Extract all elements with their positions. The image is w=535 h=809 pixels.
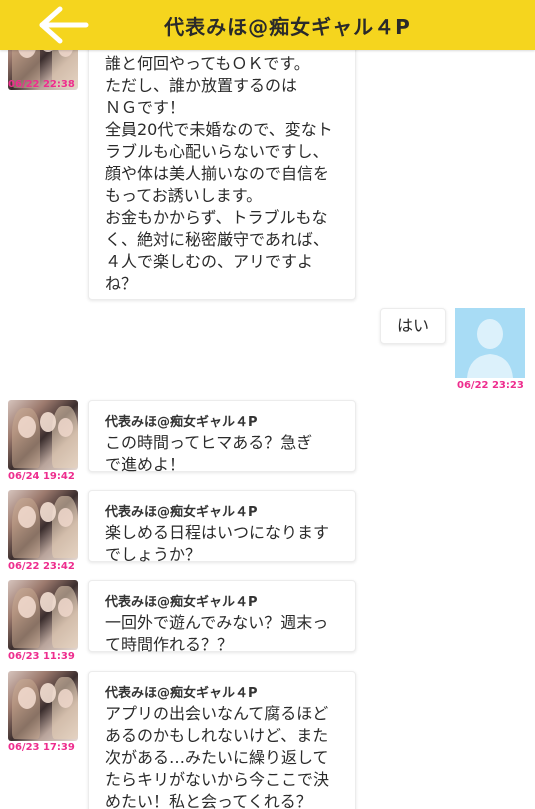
sender-avatar[interactable] [8, 400, 78, 470]
chat-message: 06/23 17:39 代表みほ@痴女ギャル４P アプリの出会いなんて腐るほど … [0, 671, 535, 809]
sender-avatar[interactable] [8, 580, 78, 650]
chat-thread[interactable]: 06/22 22:38 誰と何回やってもＯＫです。 ただし、誰か放置するのは Ｎ… [0, 50, 535, 809]
chat-message: 06/22 23:42 代表みほ@痴女ギャル４P 楽しめる日程はいつになります … [0, 490, 535, 576]
chat-title: 代表みほ@痴女ギャル４P [164, 15, 411, 39]
sender-avatar[interactable] [8, 671, 78, 741]
chat-message: 06/23 11:39 代表みほ@痴女ギャル４P 一回外で遊んでみない？週末っ … [0, 580, 535, 666]
message-bubble: 代表みほ@痴女ギャル４P この時間ってヒマある？急ぎ で進めよ！ [88, 400, 356, 474]
message-timestamp: 06/22 23:42 [8, 561, 75, 572]
message-bubble: 代表みほ@痴女ギャル４P 一回外で遊んでみない？週末っ て時間作れる？？ [88, 580, 356, 654]
user-avatar[interactable] [455, 308, 525, 378]
person-silhouette-icon [467, 319, 513, 378]
message-bubble: はい [380, 308, 446, 344]
message-bubble: 代表みほ@痴女ギャル４P 楽しめる日程はいつになります でしょうか？ [88, 490, 356, 564]
sender-name: 代表みほ@痴女ギャル４P [105, 415, 258, 430]
message-text: 一回外で遊んでみない？週末っ て時間作れる？？ [105, 613, 329, 654]
chat-message: 06/24 19:42 代表みほ@痴女ギャル４P この時間ってヒマある？急ぎ で… [0, 400, 535, 486]
message-timestamp: 06/24 19:42 [8, 471, 75, 482]
sender-name: 代表みほ@痴女ギャル４P [105, 595, 258, 610]
message-timestamp: 06/23 17:39 [8, 742, 75, 753]
message-text: 楽しめる日程はいつになります でしょうか？ [105, 523, 330, 564]
message-bubble: 誰と何回やってもＯＫです。 ただし、誰か放置するのは ＮＧです！ 全員20代で未… [88, 50, 356, 300]
message-text: この時間ってヒマある？急ぎ で進めよ！ [105, 433, 313, 474]
message-text: 誰と何回やってもＯＫです。 ただし、誰か放置するのは ＮＧです！ 全員20代で未… [105, 54, 333, 293]
message-bubble: 代表みほ@痴女ギャル４P アプリの出会いなんて腐るほど あるのかもしれないけど、… [88, 671, 356, 809]
message-timestamp: 06/23 11:39 [8, 651, 75, 662]
message-timestamp: 06/22 22:38 [8, 79, 75, 90]
sender-name: 代表みほ@痴女ギャル４P [105, 505, 258, 520]
message-text: はい [396, 316, 429, 335]
app-header: 代表みほ@痴女ギャル４P [0, 0, 535, 50]
chat-message-outgoing: はい 06/22 23:23 [0, 308, 535, 394]
message-timestamp: 06/22 23:23 [457, 380, 524, 391]
chat-message: 06/22 22:38 誰と何回やってもＯＫです。 ただし、誰か放置するのは Ｎ… [0, 50, 535, 300]
sender-name: 代表みほ@痴女ギャル４P [105, 686, 258, 701]
sender-avatar[interactable] [8, 490, 78, 560]
message-text: アプリの出会いなんて腐るほど あるのかもしれないけど、また 次がある…みたいに繰… [105, 704, 330, 809]
